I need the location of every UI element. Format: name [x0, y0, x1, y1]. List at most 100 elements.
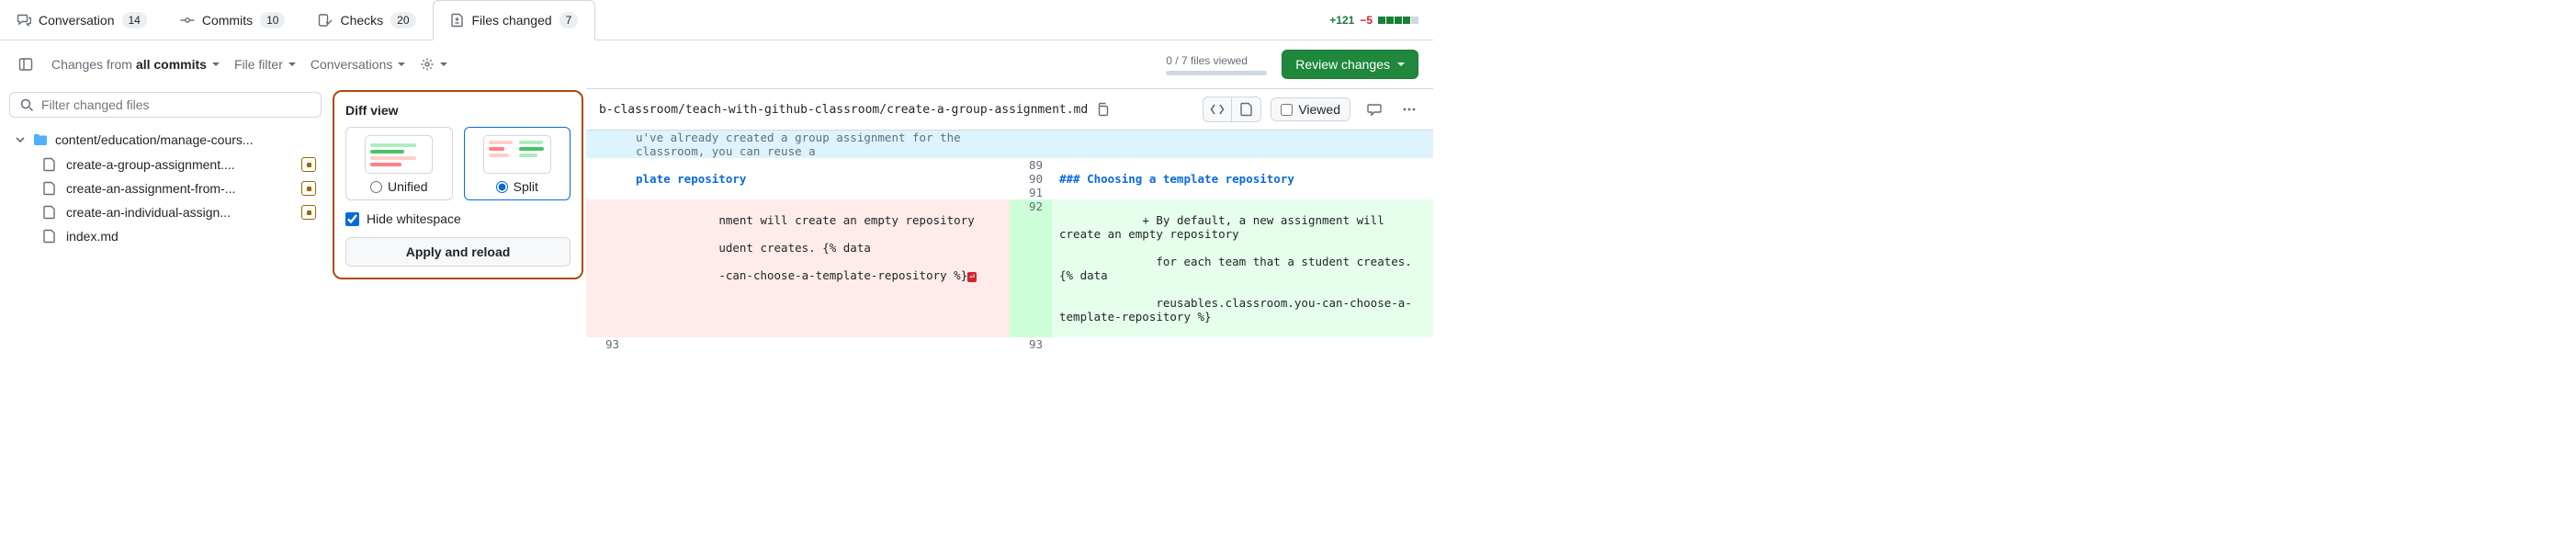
file-name: create-an-assignment-from-... — [66, 181, 235, 196]
display-mode-segment — [1203, 97, 1261, 122]
split-radio-row[interactable]: Split — [496, 179, 538, 194]
pr-tabs: Conversation 14 Commits 10 Checks 20 Fil… — [0, 0, 1433, 40]
diff-view-popover: Diff view Unified — [333, 90, 583, 279]
label: Conversations — [311, 57, 393, 72]
split-preview-icon — [483, 135, 551, 174]
git-commit-icon — [180, 13, 195, 28]
file-filter-dropdown[interactable]: File filter — [234, 57, 296, 72]
copy-path-icon[interactable] — [1095, 102, 1110, 117]
unified-radio-row[interactable]: Unified — [370, 179, 428, 194]
label-prefix: Changes from — [51, 57, 132, 72]
progress-bar — [1166, 71, 1267, 75]
source-view-button[interactable] — [1203, 97, 1232, 122]
changes-from-dropdown[interactable]: Changes from all commits — [51, 57, 220, 72]
diff-toolbar: Changes from all commits File filter Con… — [0, 40, 1433, 88]
filter-changed-files-box[interactable] — [9, 92, 322, 118]
viewed-checkbox[interactable] — [1281, 104, 1293, 116]
split-radio[interactable] — [496, 181, 508, 193]
counter: 14 — [122, 12, 147, 28]
diff-row: nment will create an empty repository ud… — [586, 199, 1433, 337]
file-name: create-an-individual-assign... — [66, 205, 231, 220]
viewed-toggle[interactable]: Viewed — [1271, 97, 1350, 121]
tree-file[interactable]: create-an-individual-assign... — [9, 200, 322, 224]
filter-input[interactable] — [41, 97, 311, 112]
file-icon — [42, 181, 57, 196]
tab-files-changed[interactable]: Files changed 7 — [433, 0, 596, 40]
diffstat: +121 −5 — [1329, 14, 1418, 27]
tab-checks[interactable]: Checks 20 — [301, 0, 432, 40]
line-num: 90 — [1010, 172, 1052, 186]
tree-file[interactable]: create-an-assignment-from-... — [9, 176, 322, 200]
hunk-header-row[interactable]: u've already created a group assignment … — [586, 131, 1433, 158]
label: Hide whitespace — [367, 211, 461, 226]
tab-label: Conversation — [39, 13, 115, 28]
line-num: 92 — [1010, 199, 1052, 337]
trailing-newline-marker-icon: ⏎ — [967, 272, 977, 282]
hide-whitespace-checkbox[interactable] — [345, 212, 359, 226]
file-header: b-classroom/teach-with-github-classroom/… — [586, 88, 1433, 131]
apply-and-reload-button[interactable]: Apply and reload — [345, 237, 571, 267]
file-icon — [42, 157, 57, 172]
label: Review changes — [1295, 57, 1390, 72]
line-num: 91 — [1010, 186, 1052, 199]
counter: 10 — [260, 12, 285, 28]
folder-icon — [33, 132, 48, 147]
label: File filter — [234, 57, 283, 72]
review-changes-button[interactable]: Review changes — [1282, 50, 1418, 79]
chevron-down-icon — [288, 63, 296, 66]
file-icon — [42, 229, 57, 244]
diff-view-unified-option[interactable]: Unified — [345, 127, 453, 200]
rendered-view-button[interactable] — [1232, 97, 1261, 122]
diff-row: 91 — [586, 186, 1433, 199]
tab-label: Files changed — [472, 13, 552, 28]
comment-button[interactable] — [1360, 97, 1389, 122]
tree-file[interactable]: index.md — [9, 224, 322, 248]
label: Viewed — [1298, 102, 1340, 117]
gear-icon — [420, 57, 435, 72]
diffstat-blocks — [1378, 17, 1418, 24]
files-viewed-progress: 0 / 7 files viewed — [1166, 54, 1267, 75]
unified-radio[interactable] — [370, 181, 382, 193]
code-text: ### Choosing a template repository — [1052, 172, 1433, 186]
chevron-down-icon — [1397, 63, 1405, 66]
diff-area: Diff view Unified — [331, 88, 1433, 351]
counter: 20 — [390, 12, 415, 28]
file-path[interactable]: b-classroom/teach-with-github-classroom/… — [599, 103, 1088, 117]
hunk-text: u've already created a group assignment … — [628, 131, 1010, 158]
folder-label: content/education/manage-cours... — [55, 132, 254, 147]
modified-badge-icon — [301, 157, 316, 172]
label: Unified — [388, 179, 428, 194]
file-name: create-a-group-assignment.... — [66, 157, 235, 172]
additions-count: +121 — [1329, 14, 1354, 27]
file-name: index.md — [66, 229, 119, 244]
unified-preview-icon — [365, 135, 433, 174]
popover-title: Diff view — [345, 103, 571, 118]
chevron-down-icon — [212, 63, 220, 66]
file-tree-sidebar: content/education/manage-cours... create… — [0, 88, 331, 351]
diff-row: 93 93 — [586, 337, 1433, 351]
line-num: 93 — [586, 337, 628, 351]
code-text: nment will create an empty repository ud… — [628, 199, 1010, 337]
label: 0 / 7 files viewed — [1166, 54, 1248, 67]
kebab-icon[interactable] — [1398, 98, 1420, 120]
tree-folder[interactable]: content/education/manage-cours... — [9, 127, 322, 153]
comment-discussion-icon — [17, 13, 31, 28]
code-text: + By default, a new assignment will crea… — [1052, 199, 1433, 337]
tab-conversation[interactable]: Conversation 14 — [0, 0, 164, 40]
conversations-dropdown[interactable]: Conversations — [311, 57, 406, 72]
tree-file[interactable]: create-a-group-assignment.... — [9, 153, 322, 176]
diff-view-split-option[interactable]: Split — [464, 127, 571, 200]
diff-settings-dropdown[interactable] — [420, 57, 447, 72]
line-num: 89 — [1010, 158, 1052, 172]
tab-label: Commits — [202, 13, 253, 28]
diff-row: plate repository 90### Choosing a templa… — [586, 172, 1433, 186]
deletions-count: −5 — [1360, 14, 1373, 27]
tab-label: Checks — [340, 13, 383, 28]
tab-commits[interactable]: Commits 10 — [164, 0, 302, 40]
diff-table: u've already created a group assignment … — [586, 131, 1433, 351]
chevron-down-icon — [398, 63, 405, 66]
sidebar-collapse-icon[interactable] — [15, 53, 37, 75]
chevron-down-icon — [15, 134, 26, 145]
hide-whitespace-row[interactable]: Hide whitespace — [345, 211, 571, 226]
search-icon — [19, 97, 34, 112]
